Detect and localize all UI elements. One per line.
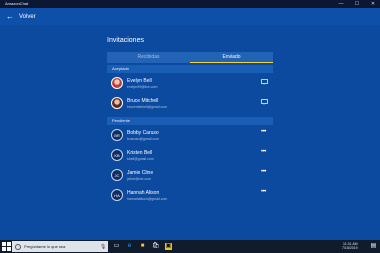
contact-name: Jamie Cline [127, 170, 154, 176]
contact-email: evelyn99@live.com [127, 85, 158, 89]
page-title: Invitaciones [107, 37, 144, 44]
contact-email: hannahalison@gmail.com [127, 197, 168, 201]
contact-email: jcline@me.com [127, 177, 151, 181]
search-placeholder: Pregúntame lo que sea [24, 244, 66, 249]
clock[interactable]: 11:31 AM 7/15/2019 [342, 242, 358, 250]
section-label: Pendiente [112, 118, 131, 123]
app-header [0, 8, 380, 25]
invitation-tabs: Recibidas Enviado [107, 52, 273, 63]
contact-email: kbell@gmail.com [127, 157, 154, 161]
avatar: HA [111, 189, 123, 201]
windows-start-icon[interactable] [2, 242, 11, 251]
avatar: KB [111, 149, 123, 161]
back-button[interactable]: ← Volver [6, 10, 36, 23]
contact-name: Bruce Mitchell [127, 98, 159, 104]
minimize-button[interactable]: — [335, 0, 347, 8]
window-titlebar: AmazonChat — ☐ ✕ [0, 0, 380, 8]
contact-email: brucemitchell@gmail.com [127, 105, 168, 109]
avatar: BR [111, 129, 123, 141]
list-item[interactable]: BR Bobby Caruso bcaruso@gmail.com ••• [107, 126, 273, 146]
close-button[interactable]: ✕ [367, 0, 379, 8]
store-icon[interactable]: 🛍 [152, 243, 160, 250]
cortana-icon [15, 243, 21, 250]
list-item[interactable]: HA Hannah Alison hannahalison@gmail.com … [107, 186, 273, 206]
clock-date: 7/15/2019 [342, 246, 358, 250]
back-arrow-icon: ← [6, 11, 14, 21]
contact-email: bcaruso@gmail.com [127, 137, 159, 141]
list-item[interactable]: Evelyn Bell evelyn99@live.com [107, 74, 273, 94]
list-item[interactable]: JC Jamie Cline jcline@me.com ••• [107, 166, 273, 186]
app-title: AmazonChat [5, 1, 29, 6]
section-header-pending: Pendiente [107, 117, 273, 125]
app-taskbar-icon[interactable]: ▣ [165, 243, 172, 250]
file-explorer-icon[interactable]: ■ [139, 243, 146, 250]
avatar: JC [111, 169, 123, 181]
maximize-button[interactable]: ☐ [351, 0, 363, 8]
contact-name: Kristen Bell [127, 150, 153, 156]
avatar [111, 97, 123, 109]
microphone-icon[interactable]: 🎙 [100, 244, 106, 250]
chat-icon[interactable] [261, 99, 268, 105]
list-item[interactable]: Bruce Mitchell brucemitchell@gmail.com [107, 94, 273, 114]
more-options-icon[interactable]: ••• [261, 189, 266, 195]
edge-browser-icon[interactable]: e [126, 243, 133, 250]
section-header-accepted: Aceptado [107, 65, 273, 73]
list-item[interactable]: KB Kristen Bell kbell@gmail.com ••• [107, 146, 273, 166]
section-label: Aceptado [112, 66, 129, 71]
contact-name: Bobby Caruso [127, 130, 159, 136]
tab-received[interactable]: Recibidas [107, 52, 190, 63]
contact-name: Hannah Alison [127, 190, 160, 196]
avatar [111, 77, 123, 89]
back-label: Volver [19, 13, 36, 20]
task-view-icon[interactable]: ▭ [113, 243, 120, 250]
taskbar: Pregúntame lo que sea 🎙 ▭ e ■ 🛍 ▣ 11:31 … [0, 240, 380, 253]
selected-tab-indicator [190, 61, 273, 63]
notifications-icon[interactable]: ▤ [370, 243, 377, 250]
contact-name: Evelyn Bell [127, 78, 152, 84]
taskbar-search[interactable]: Pregúntame lo que sea 🎙 [12, 241, 108, 252]
more-options-icon[interactable]: ••• [261, 169, 266, 175]
more-options-icon[interactable]: ••• [261, 129, 266, 135]
chat-icon[interactable] [261, 79, 268, 85]
more-options-icon[interactable]: ••• [261, 149, 266, 155]
